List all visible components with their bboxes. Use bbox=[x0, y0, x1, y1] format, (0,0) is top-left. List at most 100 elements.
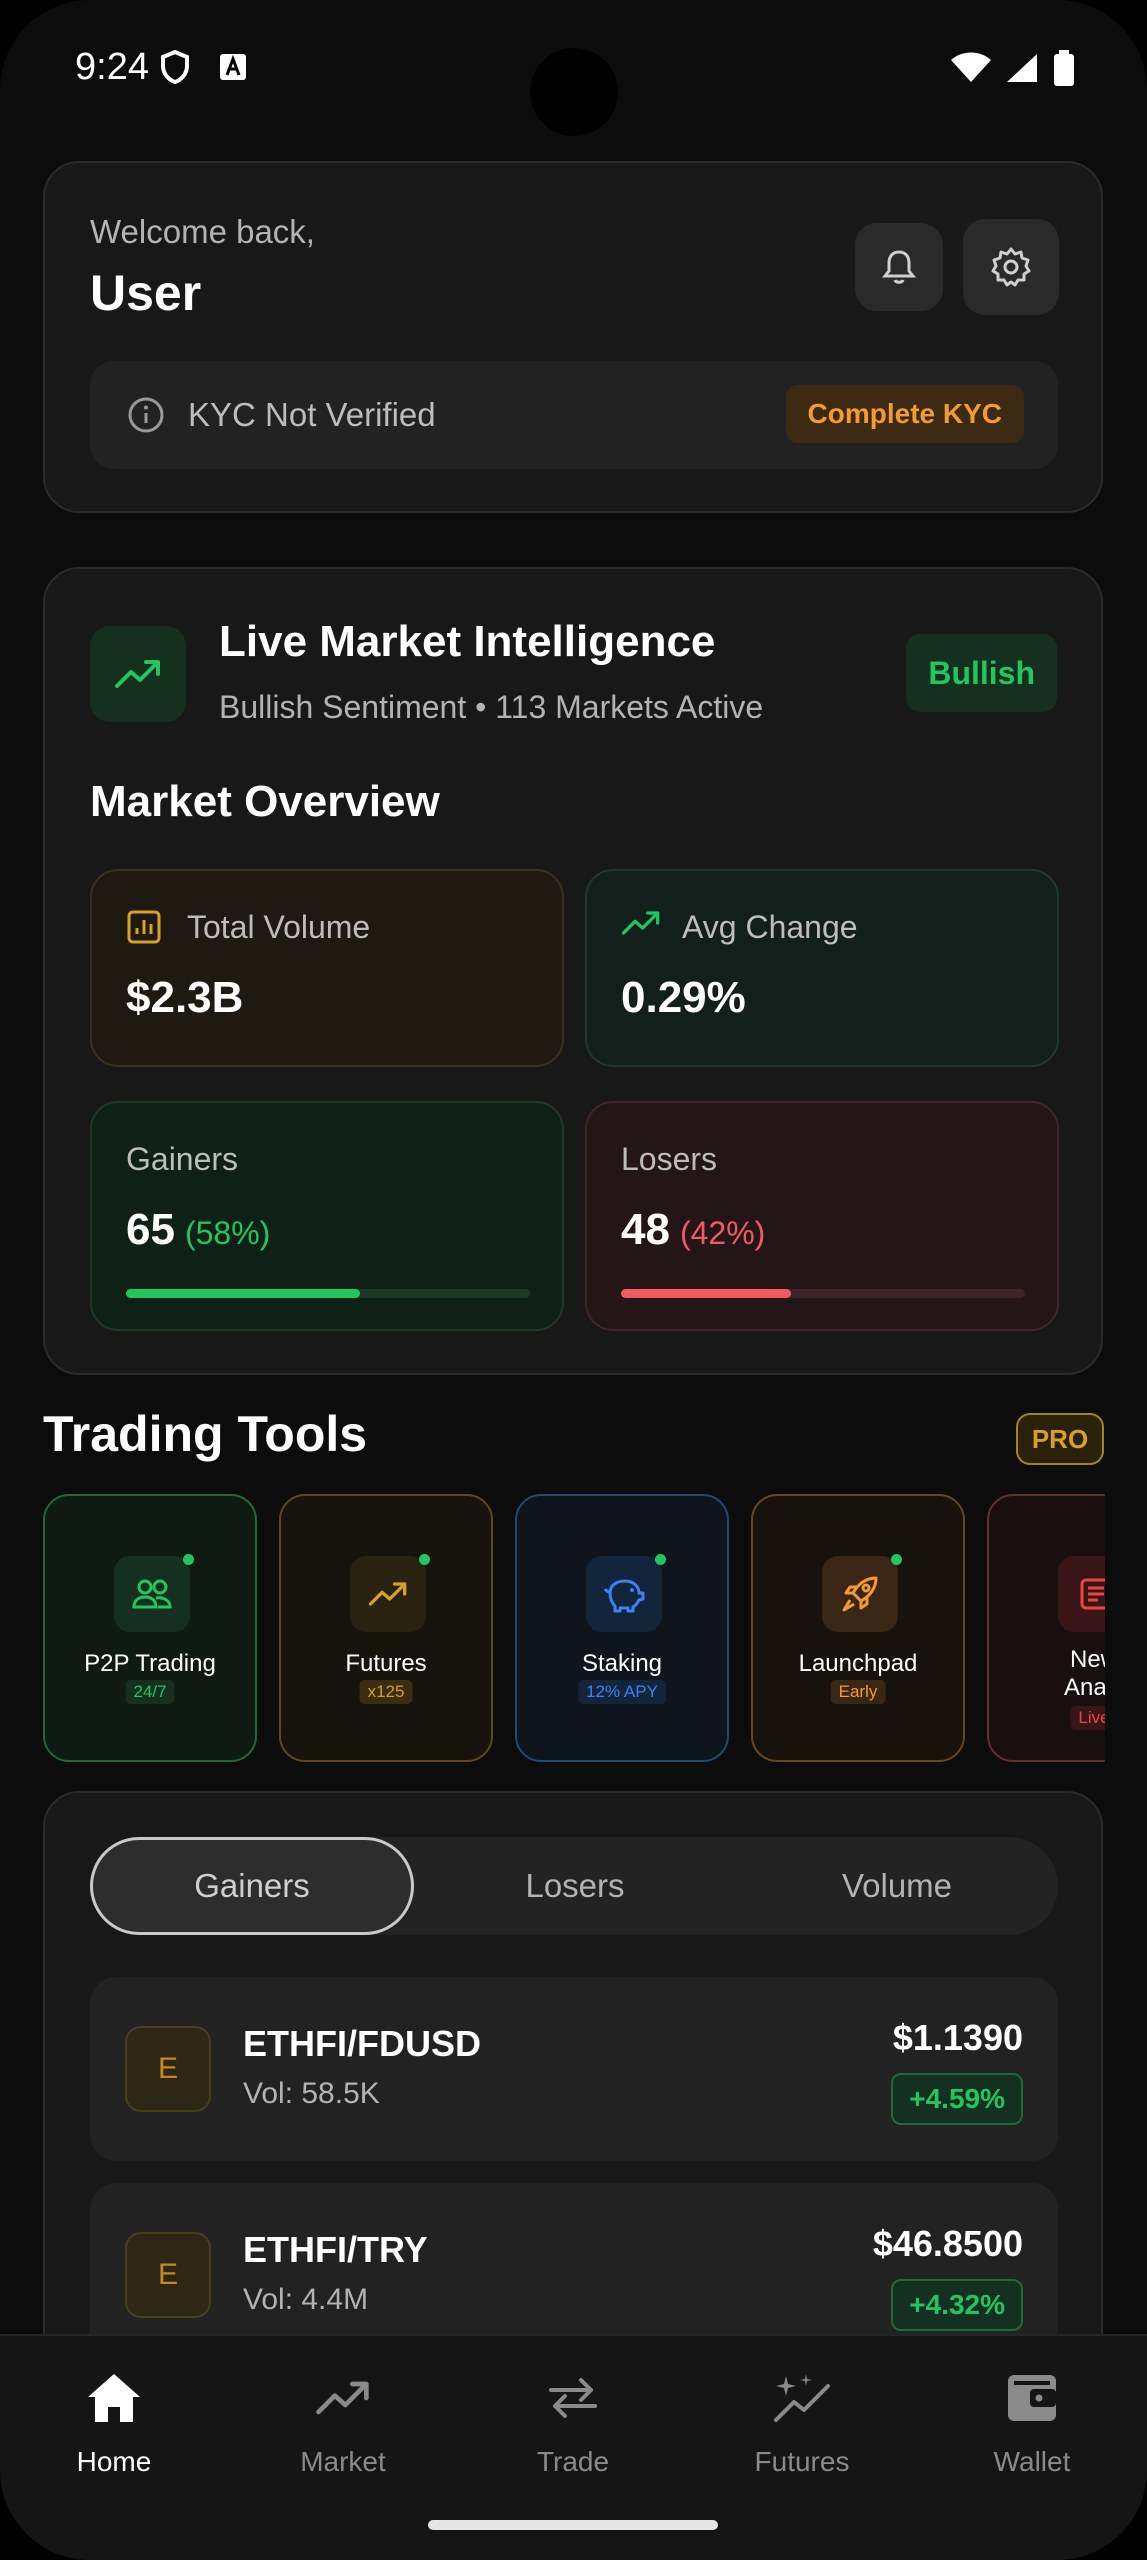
sentiment-badge: Bullish bbox=[906, 634, 1057, 712]
settings-button[interactable] bbox=[963, 219, 1059, 315]
gainers-percent: (58%) bbox=[184, 1215, 271, 1251]
app-screen: 9:24 Welcome back, User KYC Not Verified… bbox=[0, 0, 1147, 2560]
trending-up-icon bbox=[115, 660, 160, 688]
market-subtitle: Bullish Sentiment • 113 Markets Active bbox=[219, 689, 764, 725]
tool-name: New Analy bbox=[1063, 1646, 1105, 1701]
user-name: User bbox=[90, 265, 202, 321]
gainers-progress-track bbox=[126, 1289, 530, 1298]
home-icon bbox=[88, 2374, 140, 2422]
nav-home[interactable]: Home bbox=[24, 2366, 204, 2478]
bell-icon bbox=[882, 250, 916, 284]
complete-kyc-button[interactable]: Complete KYC bbox=[785, 385, 1024, 443]
tab-losers[interactable]: Losers bbox=[414, 1837, 736, 1935]
nav-label: Futures bbox=[754, 2446, 850, 2477]
tool-status-dot bbox=[655, 1554, 666, 1565]
shield-icon bbox=[161, 50, 189, 84]
market-title: Live Market Intelligence bbox=[219, 617, 716, 666]
gainers-label: Gainers bbox=[126, 1141, 239, 1177]
status-time: 9:24 bbox=[75, 46, 149, 88]
welcome-greeting: Welcome back, bbox=[90, 213, 315, 250]
losers-progress-track bbox=[621, 1289, 1025, 1298]
trending-up-icon bbox=[621, 911, 660, 935]
losers-count: 48 bbox=[621, 1205, 670, 1254]
kyc-banner: KYC Not Verified Complete KYC bbox=[90, 361, 1058, 469]
nav-market[interactable]: Market bbox=[253, 2366, 433, 2478]
market-row[interactable]: E ETHFI/FDUSD Vol: 58.5K $1.1390 +4.59% bbox=[90, 1977, 1058, 2161]
font-icon bbox=[220, 54, 246, 80]
total-volume-label: Total Volume bbox=[187, 909, 371, 945]
tool-name: P2P Trading bbox=[84, 1650, 216, 1677]
trading-tools-carousel[interactable]: P2P Trading 24/7 Futures x125 Staking 12… bbox=[43, 1494, 1105, 1764]
coin-avatar: E bbox=[125, 2232, 211, 2318]
tool-name: Staking bbox=[581, 1650, 663, 1677]
home-indicator[interactable] bbox=[428, 2520, 718, 2530]
pair-change-badge: +4.32% bbox=[891, 2279, 1023, 2331]
nav-label: Wallet bbox=[993, 2446, 1071, 2477]
pair-change-badge: +4.59% bbox=[891, 2073, 1023, 2125]
rocket-icon bbox=[842, 1576, 878, 1612]
total-volume-value: $2.3B bbox=[126, 973, 244, 1022]
avg-change-label: Avg Change bbox=[682, 909, 858, 945]
battery-icon bbox=[1054, 50, 1074, 86]
avg-change-value: 0.29% bbox=[621, 973, 746, 1022]
gainers-progress-fill bbox=[126, 1289, 361, 1298]
tool-name: Futures bbox=[345, 1650, 427, 1677]
swap-icon bbox=[549, 2378, 597, 2418]
losers-stat: Losers 48 (42%) bbox=[585, 1101, 1059, 1331]
notifications-button[interactable] bbox=[855, 223, 943, 311]
pair-name: ETHFI/TRY bbox=[243, 2229, 428, 2270]
tool-futures[interactable]: Futures x125 bbox=[279, 1494, 493, 1762]
tool-tag: x125 bbox=[359, 1680, 413, 1704]
tab-volume[interactable]: Volume bbox=[736, 1837, 1058, 1935]
pair-volume: Vol: 4.4M bbox=[243, 2283, 369, 2316]
trending-up-icon bbox=[316, 2381, 369, 2415]
wallet-icon bbox=[1008, 2375, 1056, 2421]
losers-label: Losers bbox=[621, 1141, 718, 1177]
tool-tag: Live bbox=[1070, 1706, 1105, 1730]
users-icon bbox=[132, 1579, 172, 1609]
gear-icon bbox=[991, 247, 1031, 287]
pair-price: $1.1390 bbox=[892, 2017, 1023, 2058]
movers-tabs: Gainers Losers Volume bbox=[90, 1837, 1058, 1935]
losers-progress-fill bbox=[621, 1289, 791, 1298]
info-icon bbox=[128, 397, 164, 433]
nav-label: Market bbox=[300, 2446, 386, 2477]
market-trend-badge bbox=[90, 626, 186, 722]
sparkle-chart-icon bbox=[774, 2374, 830, 2422]
total-volume-stat: Total Volume $2.3B bbox=[90, 869, 564, 1067]
tab-gainers[interactable]: Gainers bbox=[90, 1837, 414, 1935]
gainers-count: 65 bbox=[126, 1205, 175, 1254]
nav-label: Home bbox=[76, 2446, 152, 2477]
bar-chart-icon bbox=[127, 910, 161, 944]
signal-icon bbox=[1007, 54, 1037, 82]
tool-staking[interactable]: Staking 12% APY bbox=[515, 1494, 729, 1762]
tool-tag: 12% APY bbox=[578, 1680, 666, 1704]
nav-trade[interactable]: Trade bbox=[483, 2366, 663, 2478]
status-bar: 9:24 bbox=[0, 0, 1147, 140]
pair-name: ETHFI/FDUSD bbox=[243, 2023, 481, 2064]
tool-p2p-trading[interactable]: P2P Trading 24/7 bbox=[43, 1494, 257, 1762]
avg-change-stat: Avg Change 0.29% bbox=[585, 869, 1059, 1067]
pair-volume: Vol: 58.5K bbox=[243, 2077, 380, 2110]
camera-cutout bbox=[530, 48, 618, 136]
tool-tag: 24/7 bbox=[125, 1680, 175, 1704]
nav-wallet[interactable]: Wallet bbox=[942, 2366, 1122, 2478]
tool-status-dot bbox=[419, 1554, 430, 1565]
newspaper-icon bbox=[1080, 1578, 1105, 1610]
welcome-card: Welcome back, User KYC Not Verified Comp… bbox=[43, 161, 1103, 513]
market-overview-title: Market Overview bbox=[90, 777, 440, 826]
trending-up-icon bbox=[368, 1582, 407, 1606]
nav-label: Trade bbox=[536, 2446, 610, 2477]
wifi-icon bbox=[951, 52, 991, 82]
tool-status-dot bbox=[183, 1554, 194, 1565]
pro-badge: PRO bbox=[1016, 1413, 1104, 1465]
losers-percent: (42%) bbox=[679, 1215, 766, 1251]
tool-launchpad[interactable]: Launchpad Early bbox=[751, 1494, 965, 1762]
trading-tools-title: Trading Tools bbox=[43, 1406, 368, 1462]
tool-tag: Early bbox=[830, 1680, 886, 1704]
nav-futures[interactable]: Futures bbox=[712, 2366, 892, 2478]
tool-status-dot bbox=[891, 1554, 902, 1565]
pair-price: $46.8500 bbox=[872, 2223, 1023, 2264]
piggy-bank-icon bbox=[603, 1579, 645, 1613]
tool-news-analysis[interactable]: New Analy Live bbox=[987, 1494, 1105, 1762]
